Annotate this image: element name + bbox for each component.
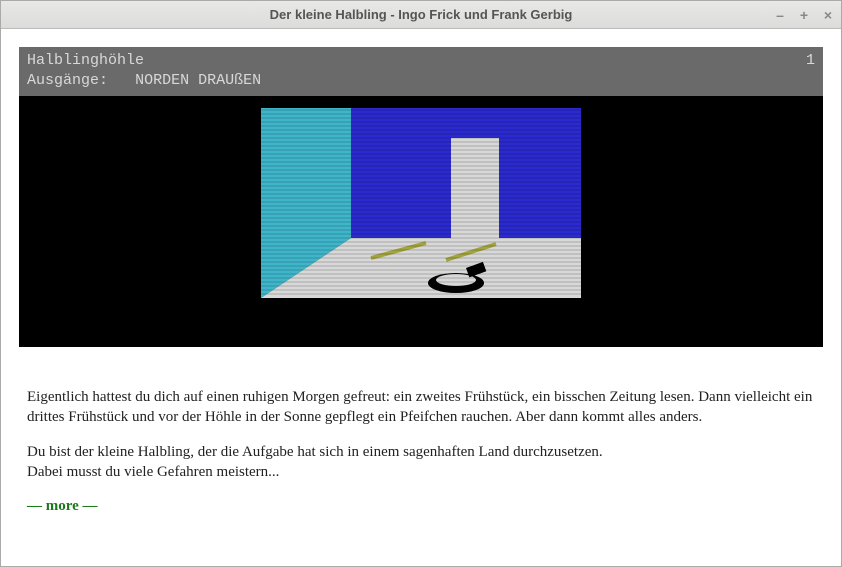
game-view: Halblinghöhle 1 Ausgänge: NORDEN DRAUßEN	[19, 47, 823, 347]
titlebar: Der kleine Halbling - Ingo Frick und Fra…	[1, 1, 841, 29]
more-prompt[interactable]: — more —	[27, 498, 98, 514]
maximize-icon[interactable]: +	[797, 7, 811, 23]
story-text: Eigentlich hattest du dich auf einen ruh…	[19, 347, 823, 516]
exits-list: NORDEN DRAUßEN	[135, 72, 261, 89]
window-controls: – + ×	[773, 1, 835, 28]
story-paragraph: Dabei musst du viele Gefahren meistern..…	[27, 462, 815, 482]
exits-label: Ausgänge:	[27, 72, 108, 89]
move-count: 1	[806, 51, 815, 71]
status-bar: Halblinghöhle 1 Ausgänge: NORDEN DRAUßEN	[19, 47, 823, 96]
minimize-icon[interactable]: –	[773, 7, 787, 23]
location-name: Halblinghöhle	[27, 51, 144, 71]
app-window: Der kleine Halbling - Ingo Frick und Fra…	[0, 0, 842, 567]
story-paragraph: Du bist der kleine Halbling, der die Auf…	[27, 442, 815, 462]
story-paragraph: Eigentlich hattest du dich auf einen ruh…	[27, 387, 815, 428]
content-area: Halblinghöhle 1 Ausgänge: NORDEN DRAUßEN	[1, 29, 841, 566]
scene-illustration	[261, 108, 581, 298]
window-title: Der kleine Halbling - Ingo Frick und Fra…	[270, 7, 573, 22]
close-icon[interactable]: ×	[821, 7, 835, 23]
